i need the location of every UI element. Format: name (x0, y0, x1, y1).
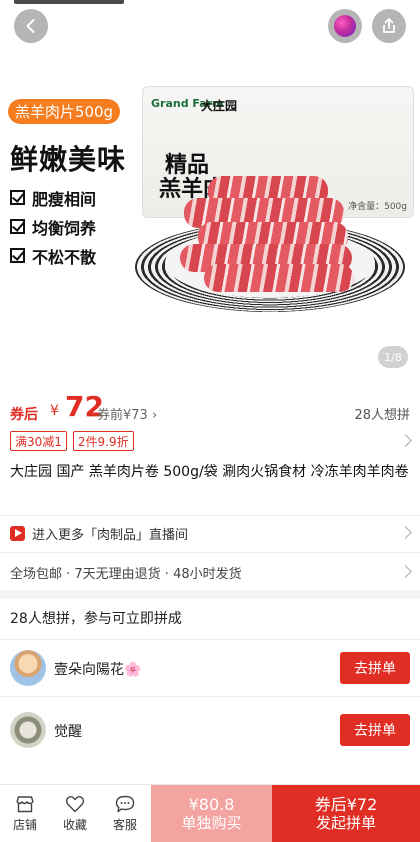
app-logo-icon (334, 15, 356, 37)
start-group-buy-button[interactable]: 券后¥72 发起拼单 (272, 785, 420, 842)
solo-label: 单独购买 (181, 814, 242, 832)
feature-item: 不松不散 (10, 241, 96, 270)
product-detail-page: 羔羊肉片500g 鲜嫩美味 肥瘦相间 均衡饲养 不松不散 Grand Farm … (0, 0, 420, 842)
feature-item: 肥瘦相间 (10, 183, 96, 212)
checkbox-check-icon (10, 190, 25, 205)
app-shortcut-button[interactable] (328, 9, 362, 43)
bottom-action-bar: 店铺 收藏 客服 ¥80.8 单独购买 券后¥72 发起拼单 (0, 784, 420, 842)
product-hero-image[interactable]: 羔羊肉片500g 鲜嫩美味 肥瘦相间 均衡饲养 不松不散 Grand Farm … (0, 0, 420, 378)
divider (0, 552, 420, 553)
checkbox-check-icon (10, 219, 25, 234)
avatar (10, 650, 46, 686)
share-button[interactable] (372, 9, 406, 43)
buy-alone-button[interactable]: ¥80.8 单独购买 (151, 785, 272, 842)
image-page-indicator: 1/8 (378, 346, 408, 368)
nav-label: 收藏 (62, 818, 87, 832)
chevron-right-icon (399, 526, 412, 539)
bag-brand: 大庄园 (201, 99, 238, 113)
avatar (10, 712, 46, 748)
promo-tag: 羔羊肉片500g (8, 99, 120, 124)
group-price: 券后¥72 (314, 795, 378, 814)
price-currency: ¥ (50, 403, 59, 419)
member-name: 觉醒 (54, 724, 82, 740)
store-button[interactable]: 店铺 (0, 785, 50, 842)
original-price-link[interactable]: 券前¥73 › (97, 404, 157, 423)
divider (0, 515, 420, 516)
member-name: 壹朵向陽花🌸 (54, 662, 142, 678)
hero-headline: 鲜嫩美味 (10, 143, 127, 176)
join-group-button[interactable]: 去拼单 (340, 714, 410, 746)
store-icon (16, 796, 34, 813)
feature-label: 均衡饲养 (32, 218, 97, 238)
nav-label: 客服 (112, 818, 137, 832)
heart-icon (65, 796, 85, 813)
divider (0, 696, 420, 697)
group-label: 发起拼单 (315, 814, 376, 832)
favorite-button[interactable]: 收藏 (50, 785, 100, 842)
divider (0, 639, 420, 640)
group-member-row: 觉醒 去拼单 (10, 710, 410, 750)
product-title: 大庄园 国产 羔羊肉片卷 500g/袋 涮肉火锅食材 冷冻羊肉羊肉卷 (10, 464, 409, 480)
want-count: 28人想拼 (354, 408, 410, 423)
group-member-row: 壹朵向陽花🌸 去拼单 (10, 648, 410, 688)
checkbox-check-icon (10, 248, 25, 263)
feature-item: 均衡饲养 (10, 212, 96, 241)
chevron-right-icon (399, 565, 412, 578)
back-button[interactable] (14, 9, 48, 43)
share-icon (383, 18, 395, 33)
price-row: 券后 ¥ 72 券前¥73 › 28人想拼 (10, 390, 410, 424)
service-text: 全场包邮 · 7天无理由退货 · 48小时发货 (10, 566, 242, 582)
coupon-badge[interactable]: 满30减1 (10, 431, 67, 451)
lamb-rolls-image (178, 168, 358, 296)
feature-list: 肥瘦相间 均衡饲养 不松不散 (10, 183, 96, 270)
live-room-link[interactable]: 进入更多「肉制品」直播间 (10, 521, 412, 545)
price-label: 券后 (10, 407, 38, 423)
solo-price: ¥80.8 (188, 795, 235, 814)
coupon-row[interactable]: 满30减1 2件9.9折 (10, 431, 412, 453)
chevron-right-icon (399, 434, 412, 447)
customer-service-button[interactable]: 客服 (100, 785, 150, 842)
join-group-button[interactable]: 去拼单 (340, 652, 410, 684)
coupon-badge[interactable]: 2件9.9折 (72, 431, 134, 451)
chevron-left-icon (26, 19, 35, 33)
section-divider (0, 590, 420, 599)
live-room-text: 进入更多「肉制品」直播间 (32, 527, 189, 543)
feature-label: 肥瘦相间 (32, 189, 97, 209)
service-info-row[interactable]: 全场包邮 · 7天无理由退货 · 48小时发货 (10, 560, 412, 584)
feature-label: 不松不散 (32, 247, 97, 267)
nav-label: 店铺 (12, 818, 37, 832)
status-bar (0, 0, 420, 8)
live-play-icon (10, 525, 25, 541)
chat-icon (115, 795, 135, 813)
group-header: 28人想拼，参与可立即拼成 (10, 611, 182, 627)
